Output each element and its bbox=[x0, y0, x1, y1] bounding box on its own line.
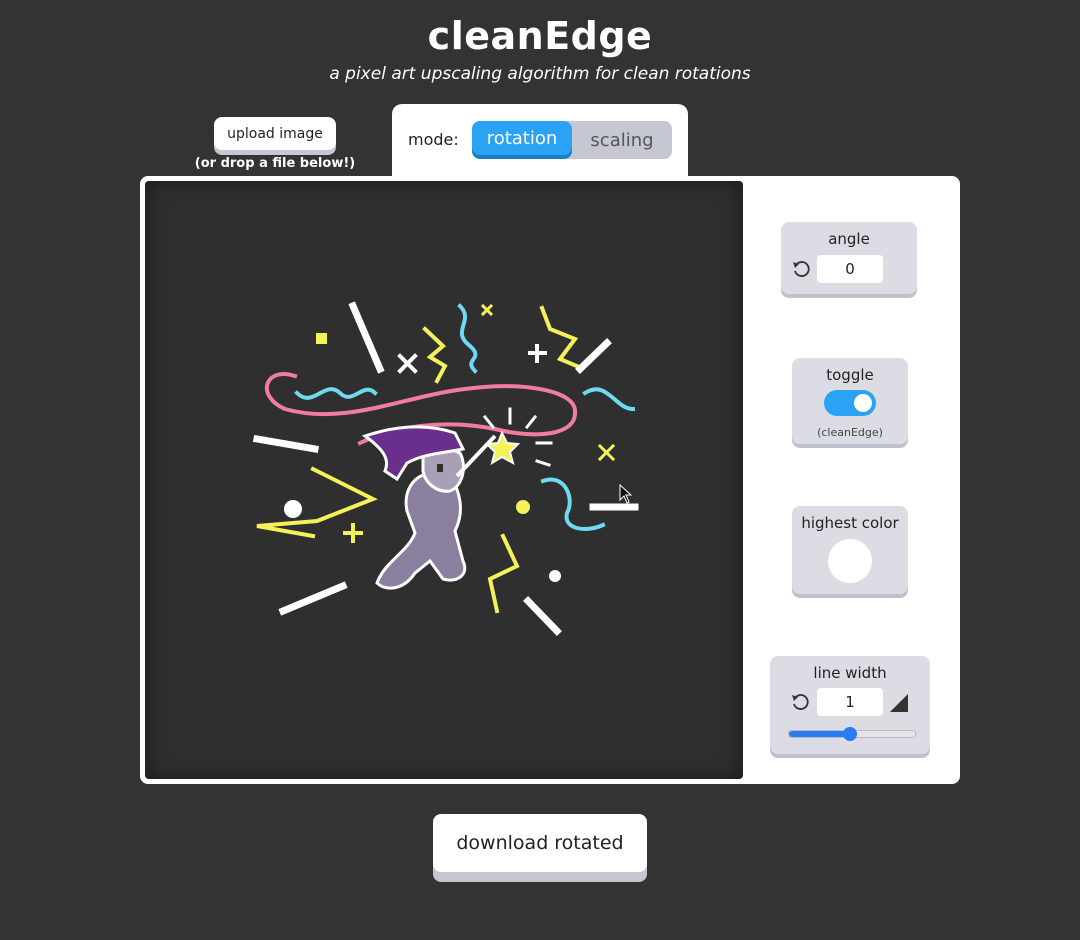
upload-image-button[interactable]: upload image bbox=[214, 117, 336, 150]
highest-color-card: highest color bbox=[792, 506, 908, 594]
upload-hint: (or drop a file below!) bbox=[194, 156, 356, 171]
art-cross-5 bbox=[343, 523, 363, 543]
art-cross-1 bbox=[397, 353, 418, 374]
art-white-stick-2 bbox=[575, 338, 612, 374]
slider-thumb[interactable] bbox=[843, 727, 857, 741]
page-subtitle: a pixel art upscaling algorithm for clea… bbox=[329, 64, 751, 84]
main-panel: angle 0 toggle (cleanEdge) highest color… bbox=[140, 176, 960, 784]
art-yellow-triangle bbox=[256, 466, 378, 539]
angle-input[interactable]: 0 bbox=[817, 255, 883, 283]
angle-label: angle bbox=[828, 230, 870, 248]
page-title: cleanEdge bbox=[427, 14, 653, 58]
art-yellow-zigzag-2 bbox=[539, 305, 582, 370]
download-rotated-button[interactable]: download rotated bbox=[433, 814, 647, 872]
art-yellow-zigzag-1 bbox=[422, 326, 448, 384]
art-white-stick-5 bbox=[278, 581, 348, 616]
mode-option-scaling[interactable]: scaling bbox=[572, 121, 672, 159]
line-width-slider[interactable] bbox=[788, 727, 916, 741]
art-cross-3 bbox=[480, 303, 494, 317]
toggle-card: toggle (cleanEdge) bbox=[792, 358, 908, 444]
pixel-art-preview bbox=[252, 301, 639, 636]
art-wizard-character bbox=[361, 425, 521, 590]
mode-toggle: rotation scaling bbox=[472, 121, 672, 159]
line-width-label: line width bbox=[813, 664, 887, 682]
art-white-dot-2 bbox=[549, 570, 561, 582]
art-white-dot-1 bbox=[284, 500, 302, 518]
art-white-stick-6 bbox=[523, 596, 562, 636]
toggle-label: toggle bbox=[826, 366, 874, 384]
angle-card: angle 0 bbox=[781, 222, 917, 294]
highest-color-swatch[interactable] bbox=[828, 539, 872, 583]
slider-fill bbox=[789, 731, 851, 737]
triangle-corner-icon bbox=[890, 694, 908, 712]
line-width-card: line width 1 bbox=[770, 656, 930, 754]
switch-knob bbox=[854, 394, 872, 412]
mode-option-rotation[interactable]: rotation bbox=[472, 121, 572, 155]
art-cyan-squiggle-3 bbox=[582, 387, 636, 412]
image-canvas[interactable] bbox=[145, 181, 743, 779]
art-white-stick-1 bbox=[348, 301, 385, 374]
mode-tab: mode: rotation scaling bbox=[392, 104, 688, 182]
cleanedge-toggle-switch[interactable] bbox=[824, 390, 876, 416]
art-cyan-squiggle-2 bbox=[457, 303, 478, 374]
reset-icon[interactable] bbox=[791, 259, 811, 279]
mouse-cursor-icon bbox=[619, 484, 633, 504]
line-width-input[interactable]: 1 bbox=[817, 688, 883, 716]
art-yellow-dot bbox=[516, 500, 530, 514]
art-yellow-square bbox=[316, 333, 327, 344]
art-cross-2 bbox=[528, 344, 547, 363]
reset-icon[interactable] bbox=[790, 692, 810, 712]
art-white-stick-3 bbox=[252, 434, 320, 454]
art-cyan-squiggle-1 bbox=[294, 387, 378, 400]
mode-label: mode: bbox=[408, 130, 459, 149]
art-yellow-zigzag-3 bbox=[487, 533, 520, 614]
toggle-sublabel: (cleanEdge) bbox=[817, 426, 883, 439]
highest-color-label: highest color bbox=[801, 514, 899, 532]
art-cross-4 bbox=[597, 443, 616, 462]
